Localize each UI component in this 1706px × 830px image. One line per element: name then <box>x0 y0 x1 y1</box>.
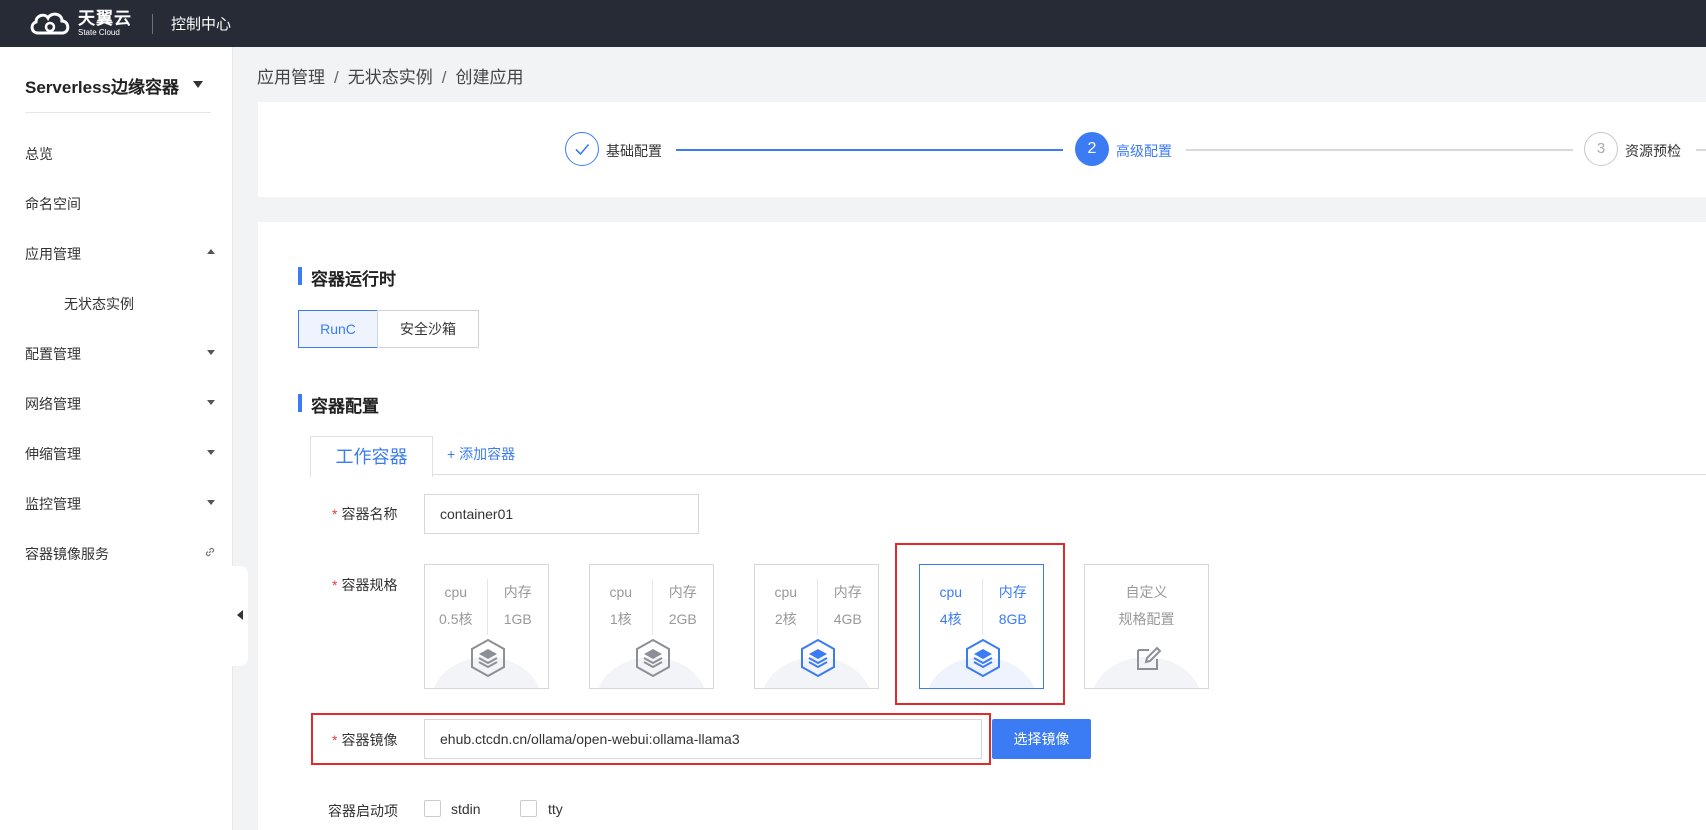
required-mark: * <box>332 506 338 522</box>
console-link[interactable]: 控制中心 <box>171 13 231 34</box>
steps-progress-card: 基础配置 2 高级配置 3 资源预检 <box>258 102 1706 197</box>
spec-cpu-label: cpu <box>609 584 633 600</box>
container-name-label-text: 容器名称 <box>341 506 398 522</box>
container-spec-label-text: 容器规格 <box>341 577 398 593</box>
logo-cn-text: 天翼云 <box>78 9 132 28</box>
sidebar-item-label: 监控管理 <box>25 496 81 512</box>
step-1-label: 基础配置 <box>606 143 662 159</box>
stdin-checkbox[interactable] <box>424 800 441 817</box>
add-container-link[interactable]: + 添加容器 <box>447 444 515 464</box>
container-name-input[interactable]: container01 <box>424 494 699 534</box>
spec-card-custom[interactable]: 自定义 规格配置 <box>1084 564 1209 689</box>
topbar-divider <box>152 13 153 34</box>
sidebar-collapse-toggle[interactable] <box>232 566 248 666</box>
sidebar-item-stateless-instance[interactable]: 无状态实例 <box>64 294 254 314</box>
sidebar-item-image-service[interactable]: 容器镜像服务 <box>25 544 215 564</box>
layers-icon <box>801 638 835 678</box>
step-connector-2 <box>1186 149 1573 151</box>
spec-mem-value: 4GB <box>833 611 862 627</box>
spec-cpu-value: 1核 <box>609 611 632 627</box>
spec-mem-label: 内存 <box>833 584 862 600</box>
step-connector-3 <box>1696 149 1706 151</box>
step-3-label: 资源预检 <box>1625 143 1681 159</box>
sidebar-item-label: 伸缩管理 <box>25 446 81 462</box>
tab-underline <box>310 474 1706 475</box>
runtime-option-runc[interactable]: RunC <box>298 310 378 348</box>
caret-down-icon <box>193 81 203 88</box>
image-highlight-box <box>311 713 991 765</box>
breadcrumb-item-stateless-instance[interactable]: 无状态实例 <box>348 68 433 87</box>
spec-cpu-value: 0.5核 <box>439 611 473 627</box>
sidebar-item-label: 配置管理 <box>25 346 81 362</box>
required-mark: * <box>332 577 338 593</box>
chevron-down-icon <box>207 450 215 455</box>
spec-card-2c-4gb[interactable]: cpu 2核 内存 4GB <box>754 564 879 689</box>
step-1-circle <box>565 132 599 166</box>
sidebar-item-network-management[interactable]: 网络管理 <box>25 394 215 414</box>
sidebar-item-label: 应用管理 <box>25 246 81 262</box>
cloud-logo-icon <box>30 12 70 34</box>
breadcrumb-separator: / <box>334 68 339 87</box>
container-spec-label: * 容器规格 <box>332 575 397 595</box>
sidebar-item-app-management[interactable]: 应用管理 <box>25 244 215 264</box>
spec-card-1c-2gb[interactable]: cpu 1核 内存 2GB <box>589 564 714 689</box>
custom-spec-line1: 自定义 <box>1125 584 1168 600</box>
spec-mem-value: 2GB <box>668 611 697 627</box>
sidebar-item-namespace[interactable]: 命名空间 <box>25 194 215 214</box>
external-link-icon <box>205 547 215 557</box>
breadcrumb-item-app-management[interactable]: 应用管理 <box>257 68 325 87</box>
sidebar-item-monitor-management[interactable]: 监控管理 <box>25 494 215 514</box>
step-2-label: 高级配置 <box>1116 143 1172 159</box>
logo-en-text: State Cloud <box>78 28 120 37</box>
startup-options-label: 容器启动项 <box>328 803 398 819</box>
layers-icon <box>471 638 505 678</box>
step-3-circle: 3 <box>1584 132 1618 166</box>
top-navigation-bar: 天翼云 State Cloud 控制中心 <box>0 0 1706 47</box>
stdin-label: stdin <box>451 801 481 817</box>
sidebar-item-label: 总览 <box>25 146 53 162</box>
chevron-down-icon <box>207 500 215 505</box>
sidebar-item-overview[interactable]: 总览 <box>25 144 215 164</box>
layers-icon <box>636 638 670 678</box>
edit-icon <box>1137 646 1162 670</box>
spec-highlight-box <box>895 543 1065 705</box>
spec-card-0.5c-1gb[interactable]: cpu 0.5核 内存 1GB <box>424 564 549 689</box>
step-2-circle: 2 <box>1075 132 1109 166</box>
chevron-down-icon <box>207 400 215 405</box>
container-name-label: * 容器名称 <box>332 504 397 524</box>
spec-mem-label: 内存 <box>668 584 697 600</box>
select-image-button[interactable]: 选择镜像 <box>992 719 1091 759</box>
state-cloud-logo[interactable]: 天翼云 State Cloud <box>28 9 132 39</box>
spec-mem-label: 内存 <box>503 584 532 600</box>
runtime-option-sandbox[interactable]: 安全沙箱 <box>377 310 479 348</box>
tty-checkbox[interactable] <box>520 800 537 817</box>
runtime-section-title: 容器运行时 <box>298 265 396 290</box>
sidebar-item-label: 网络管理 <box>25 396 81 412</box>
spec-cpu-value: 2核 <box>774 611 797 627</box>
tab-work-container[interactable]: 工作容器 <box>310 436 433 477</box>
main-form-card: 容器运行时 RunC 安全沙箱 容器配置 工作容器 + 添加容器 * 容器名称 c… <box>258 222 1706 830</box>
sidebar-item-label: 命名空间 <box>25 196 81 212</box>
check-icon <box>575 143 590 156</box>
container-section-title: 容器配置 <box>298 392 379 417</box>
spec-mem-value: 1GB <box>503 611 532 627</box>
sidebar-item-label: 容器镜像服务 <box>25 546 109 562</box>
sidebar-item-label: 无状态实例 <box>64 296 134 312</box>
chevron-down-icon <box>207 350 215 355</box>
chevron-up-icon <box>207 249 215 254</box>
sidebar-item-config-management[interactable]: 配置管理 <box>25 344 215 364</box>
breadcrumb: 应用管理 / 无状态实例 / 创建应用 <box>257 63 523 88</box>
product-selector[interactable]: Serverless边缘容器 <box>25 73 211 113</box>
breadcrumb-separator: / <box>441 68 447 87</box>
custom-spec-line2: 规格配置 <box>1118 611 1175 627</box>
breadcrumb-item-create-app: 创建应用 <box>455 68 524 87</box>
spec-cpu-label: cpu <box>774 584 798 600</box>
spec-cpu-label: cpu <box>444 584 468 600</box>
step-connector-1 <box>676 149 1063 151</box>
collapse-left-icon <box>237 610 243 620</box>
sidebar-item-scaling-management[interactable]: 伸缩管理 <box>25 444 215 464</box>
product-name: Serverless边缘容器 <box>25 78 180 97</box>
tty-label: tty <box>548 801 563 817</box>
sidebar: Serverless边缘容器 总览 命名空间 应用管理 无状态实例 配置管理 网… <box>0 47 233 830</box>
